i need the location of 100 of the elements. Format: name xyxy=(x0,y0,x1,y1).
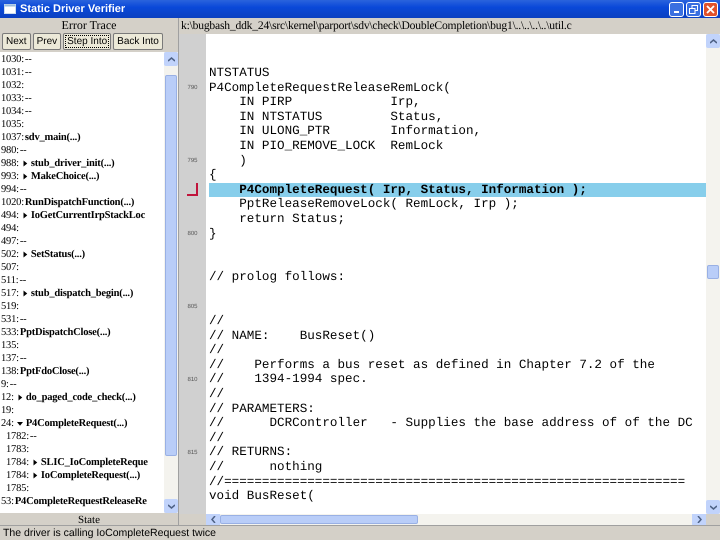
trace-line-number: 980: xyxy=(1,144,19,157)
trace-function-call[interactable]: P4CompleteRequestReleaseRe xyxy=(14,495,147,508)
trace-step-text: -- xyxy=(20,235,26,248)
trace-step-text: -- xyxy=(30,430,37,443)
collapsed-triangle-icon[interactable] xyxy=(22,251,28,258)
trace-line-number: 1020: xyxy=(1,196,24,209)
trace-line-number: 1785: xyxy=(6,482,29,495)
trace-step-text: -- xyxy=(24,92,32,105)
trace-step-text: -- xyxy=(24,105,32,118)
code-line: void BusReset( xyxy=(209,489,316,504)
code-line: // PARAMETERS: xyxy=(209,402,316,416)
trace-function-call[interactable]: stub_driver_init(...) xyxy=(30,157,114,170)
trace-nav-button[interactable]: Next xyxy=(2,33,31,50)
trace-line-number: 1784: xyxy=(6,456,29,469)
trace-line-number: 533: xyxy=(1,326,19,339)
trace-step-text: -- xyxy=(10,378,16,391)
code-line: // RETURNS: xyxy=(209,445,294,460)
trace-nav-button[interactable]: Step Into xyxy=(63,33,112,50)
horizontal-scrollbar[interactable] xyxy=(206,514,706,525)
trace-line-number: 1033: xyxy=(1,92,24,105)
scroll-thumb[interactable] xyxy=(165,74,177,456)
trace-step-text: -- xyxy=(24,53,32,66)
trace-nav-button[interactable]: Prev xyxy=(32,33,62,50)
collapsed-triangle-icon[interactable] xyxy=(32,459,38,466)
code-line: // Performs a bus reset as defined in Chapter 7.2 of the xyxy=(209,358,656,372)
trace-function-call[interactable]: sdv_main(...) xyxy=(24,131,80,144)
status-bar: The driver is calling IoCompleteRequest twice xyxy=(0,525,720,540)
trace-step-text: -- xyxy=(20,352,26,365)
trace-line-number: 12: xyxy=(1,391,14,404)
trace-line-number: 497: xyxy=(1,235,19,248)
trace-line-number: 494: xyxy=(1,209,19,222)
code-line: { xyxy=(209,168,218,183)
trace-line-number: 137: xyxy=(1,352,19,365)
code-line: NTSTATUS xyxy=(209,66,270,81)
restore-icon xyxy=(689,4,698,14)
trace-step-text: -- xyxy=(24,66,32,79)
scroll-thumb[interactable] xyxy=(220,515,418,524)
trace-nav-button[interactable]: Back Into xyxy=(113,33,163,50)
trace-function-call[interactable]: do_paged_code_check(...) xyxy=(26,391,136,404)
trace-function-call[interactable]: PptFdoClose(...) xyxy=(20,365,90,378)
trace-line-number: 519: xyxy=(1,300,19,313)
trace-line-number: 1783: xyxy=(6,443,29,456)
trace-line-number: 994: xyxy=(1,183,19,196)
code-line: IN ULONG_PTR Information, xyxy=(238,124,482,139)
close-icon xyxy=(706,4,715,14)
trace-line-number: 24: xyxy=(1,417,14,430)
code-line: P4CompleteRequestReleaseRemLock( xyxy=(209,80,452,96)
expanded-triangle-icon[interactable] xyxy=(16,420,23,427)
collapsed-triangle-icon[interactable] xyxy=(22,173,28,180)
trace-function-call[interactable]: SetStatus(...) xyxy=(30,248,85,261)
trace-function-call[interactable]: MakeChoice(...) xyxy=(30,170,100,183)
collapsed-triangle-icon[interactable] xyxy=(22,212,28,219)
trace-line-number: 138: xyxy=(1,365,19,378)
trace-function-call[interactable]: RunDispatchFunction(...) xyxy=(24,196,134,209)
trace-line-number: 135: xyxy=(1,339,19,352)
vertical-scrollbar[interactable] xyxy=(164,52,178,513)
trace-line-number: 1035: xyxy=(1,118,24,131)
trace-line-number: 1031: xyxy=(1,66,24,79)
collapsed-triangle-icon[interactable] xyxy=(16,394,23,401)
trace-step-text: -- xyxy=(20,144,26,157)
trace-step-text: -- xyxy=(20,183,26,196)
vertical-scrollbar[interactable] xyxy=(706,34,720,514)
trace-line-number: 531: xyxy=(1,313,19,326)
collapsed-triangle-icon[interactable] xyxy=(22,290,28,297)
restore-button[interactable] xyxy=(686,2,701,16)
trace-line-number: 1037: xyxy=(1,131,24,144)
code-line: // NAME: BusReset() xyxy=(209,328,376,344)
code-line: // xyxy=(209,387,226,402)
trace-function-call[interactable]: IoGetCurrentIrpStackLoc xyxy=(30,209,146,222)
trace-function-call[interactable]: SLIC_IoCompleteReque xyxy=(40,456,148,469)
window-title: Static Driver Verifier xyxy=(20,3,126,15)
code-line: // nothing xyxy=(209,460,324,475)
trace-step-text: -- xyxy=(19,274,26,287)
trace-function-call[interactable]: stub_dispatch_begin(...) xyxy=(30,287,134,300)
panel-title: Error Trace xyxy=(60,18,118,32)
code-line: // xyxy=(209,343,226,358)
file-path: k:\bugbash_ddk_24\src\kernel\parport\sdv\check\DoubleCompletion\bug1\..\..\..\..\util.c xyxy=(180,18,573,34)
trace-line-number: 993: xyxy=(1,170,19,183)
trace-line-number: 1030: xyxy=(1,53,24,66)
code-line: PptReleaseRemoveLock( RemLock, Irp ); xyxy=(238,197,520,212)
app-window-icon xyxy=(4,4,16,14)
close-button[interactable] xyxy=(703,2,718,16)
collapsed-triangle-icon[interactable] xyxy=(32,472,38,479)
trace-line-number: 502: xyxy=(1,248,19,261)
trace-line-number: 1032: xyxy=(1,79,24,92)
code-line: } xyxy=(209,226,218,242)
trace-function-call[interactable]: PptDispatchClose(...) xyxy=(20,326,110,339)
trace-line-number: 1784: xyxy=(6,469,29,482)
code-line: // DCRController - Supplies the base address of of the DC xyxy=(209,416,694,431)
collapsed-triangle-icon[interactable] xyxy=(22,160,28,167)
scroll-thumb[interactable] xyxy=(707,264,719,278)
code-line: // xyxy=(209,314,226,329)
trace-function-call[interactable]: P4CompleteRequest(...) xyxy=(26,417,128,430)
minimize-button[interactable] xyxy=(669,2,684,16)
trace-line-number: 988: xyxy=(1,157,19,170)
code-line: // 1394-1994 spec. xyxy=(209,372,369,388)
code-line: IN PIRP Irp, xyxy=(238,95,422,110)
trace-line-number: 494: xyxy=(1,222,19,235)
trace-line-number: 9: xyxy=(1,378,9,391)
trace-function-call[interactable]: IoCompleteRequest(...) xyxy=(40,469,140,482)
